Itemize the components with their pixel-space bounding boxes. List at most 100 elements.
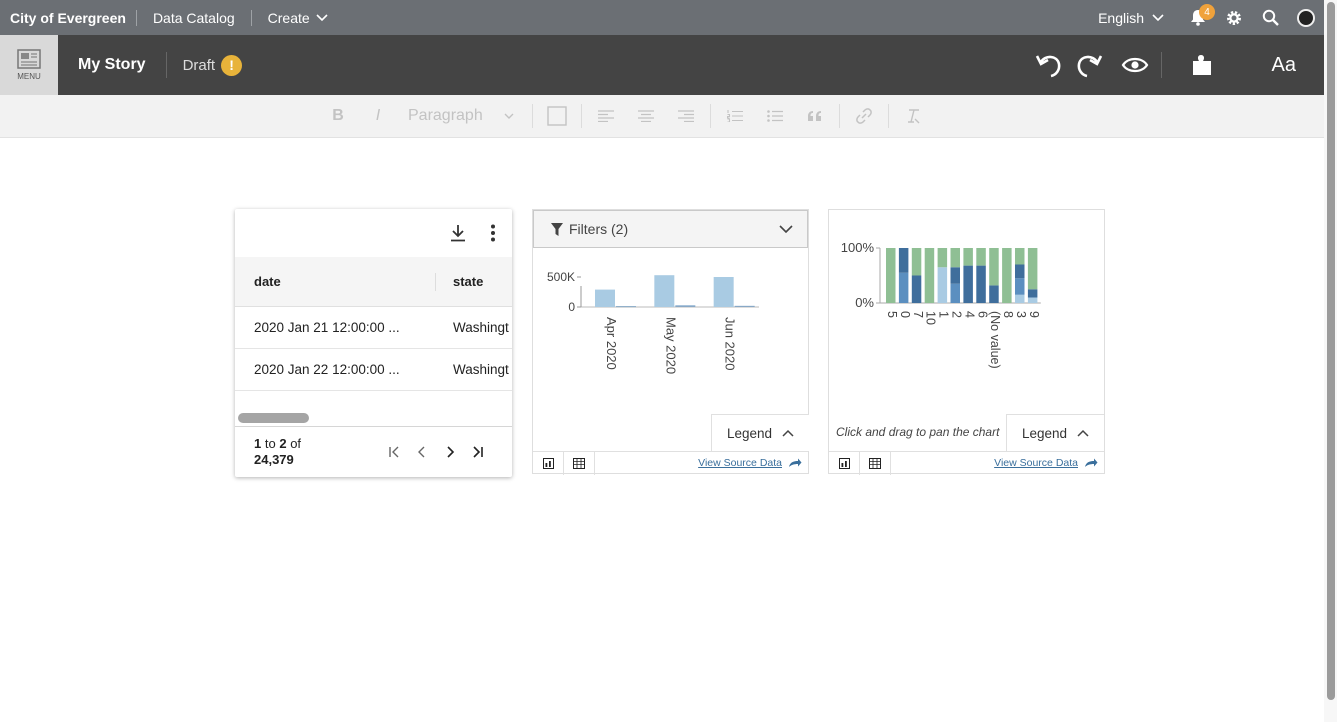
table-row[interactable]: 2020 Jan 21 12:00:00 ... Washingt [235,307,512,349]
bar [616,306,636,308]
text-color-button[interactable] [537,106,577,126]
chart-view-button[interactable] [533,451,564,475]
legend-toggle-button[interactable]: Legend [711,414,809,451]
bold-button[interactable]: B [318,107,358,125]
x-tick-label: 0 [898,311,912,318]
bar-segment [950,248,960,268]
x-tick-label: May 2020 [663,317,678,374]
next-page-button[interactable] [444,446,460,458]
download-button[interactable] [450,224,466,242]
blockquote-button[interactable] [795,111,835,121]
notifications-button[interactable]: 4 [1180,0,1216,35]
language-selector[interactable]: English [1098,10,1180,26]
column-header-date[interactable]: date [235,272,436,291]
chart-view-button[interactable] [829,451,860,475]
nav-create-menu[interactable]: Create [252,10,344,26]
preview-button[interactable] [1109,35,1161,95]
divider [532,104,533,128]
first-page-button[interactable] [388,446,404,458]
view-source-data-label: View Source Data [698,457,782,469]
table-horizontal-scrollbar[interactable] [235,391,512,427]
last-page-button[interactable] [472,446,488,458]
nav-create-label: Create [267,9,310,26]
pagination-end: 2 [279,436,287,451]
bar [654,275,675,307]
table-cell-state: Washingt [453,320,509,335]
italic-button[interactable]: I [358,107,398,125]
x-tick-label: 1 [937,311,951,318]
site-header: City of Evergreen Data Catalog Create En… [0,0,1324,35]
table-icon [573,457,585,469]
bar-segment [898,248,909,273]
column-header-state[interactable]: state [436,274,483,289]
menu-button[interactable]: MENU [0,35,58,95]
table-cell-state: Washingt [453,362,509,377]
ordered-list-button[interactable] [715,110,755,122]
insert-content-button[interactable] [1162,35,1242,95]
bar-segment [989,248,999,286]
clear-format-icon [908,109,920,124]
pagination-to: to [264,436,276,451]
document-icon [17,49,41,69]
clear-format-button[interactable] [893,108,933,124]
site-name-link[interactable]: City of Evergreen [0,10,136,26]
color-swatch-icon [547,106,567,126]
align-center-button[interactable] [626,110,666,122]
bar [595,289,615,307]
timeline-bar-chart[interactable]: 500K 0 Apr 2020 May 2020 Jun 2020 [533,250,808,410]
x-tick-label: 7 [911,311,925,318]
page-scrollbar-thumb[interactable] [1327,2,1335,700]
legend-label: Legend [726,425,773,441]
search-button[interactable] [1252,0,1288,35]
stacked-percent-bar-chart[interactable]: 100% 0% 507101246(No value)839 [829,215,1104,410]
scrollbar-thumb[interactable] [238,413,309,423]
link-icon [856,108,872,124]
filters-label: Filters (2) [569,221,629,237]
first-page-icon [389,446,399,458]
table-view-button[interactable] [564,451,595,475]
x-tick-label: (No value) [988,311,1002,369]
divider [888,104,889,128]
previous-page-button[interactable] [416,446,432,458]
settings-button[interactable] [1216,0,1252,35]
gear-icon [1227,10,1241,25]
filters-dropdown[interactable]: Filters (2) [533,210,808,248]
warning-icon: ! [221,54,243,76]
bullet-list-icon [767,110,783,122]
table-row[interactable]: 2020 Jan 22 12:00:00 ... Washingt [235,349,512,391]
ordered-list-icon [727,110,743,122]
bar-segment [989,285,999,303]
divider [581,104,582,128]
table-pagination: 1 to 2 of 24,379 [235,427,512,477]
nav-data-catalog[interactable]: Data Catalog [137,10,251,26]
viz-footer: View Source Data [533,451,808,475]
align-center-icon [638,110,654,122]
bar-segment [976,248,986,266]
bar-segment [911,275,922,303]
typography-settings-button[interactable]: Aa [1242,54,1324,77]
draft-status[interactable]: Draft ! [167,54,259,76]
story-title[interactable]: My Story [58,56,166,74]
view-source-data-link[interactable]: View Source Data [698,457,808,469]
more-options-button[interactable] [490,224,496,242]
undo-button[interactable] [1029,35,1069,95]
chart-icon [542,457,554,469]
redo-button[interactable] [1069,35,1109,95]
x-tick-label: 8 [1001,311,1015,318]
table-view-button[interactable] [860,451,891,475]
align-right-button[interactable] [666,110,706,122]
redo-icon [1077,55,1102,78]
pagination-total: 24,379 [254,452,294,467]
chevron-down-icon [779,225,793,233]
bar-segment [1027,297,1038,303]
insert-link-button[interactable] [844,108,884,124]
align-right-icon [678,110,694,122]
align-left-button[interactable] [586,110,626,122]
user-profile-button[interactable] [1288,0,1324,35]
legend-toggle-button[interactable]: Legend [1006,414,1104,451]
bullet-list-button[interactable] [755,110,795,122]
bar-segment [1027,248,1038,290]
block-style-select[interactable]: Paragraph [398,107,528,125]
x-tick-label: 4 [962,311,976,318]
view-source-data-link[interactable]: View Source Data [994,457,1104,469]
